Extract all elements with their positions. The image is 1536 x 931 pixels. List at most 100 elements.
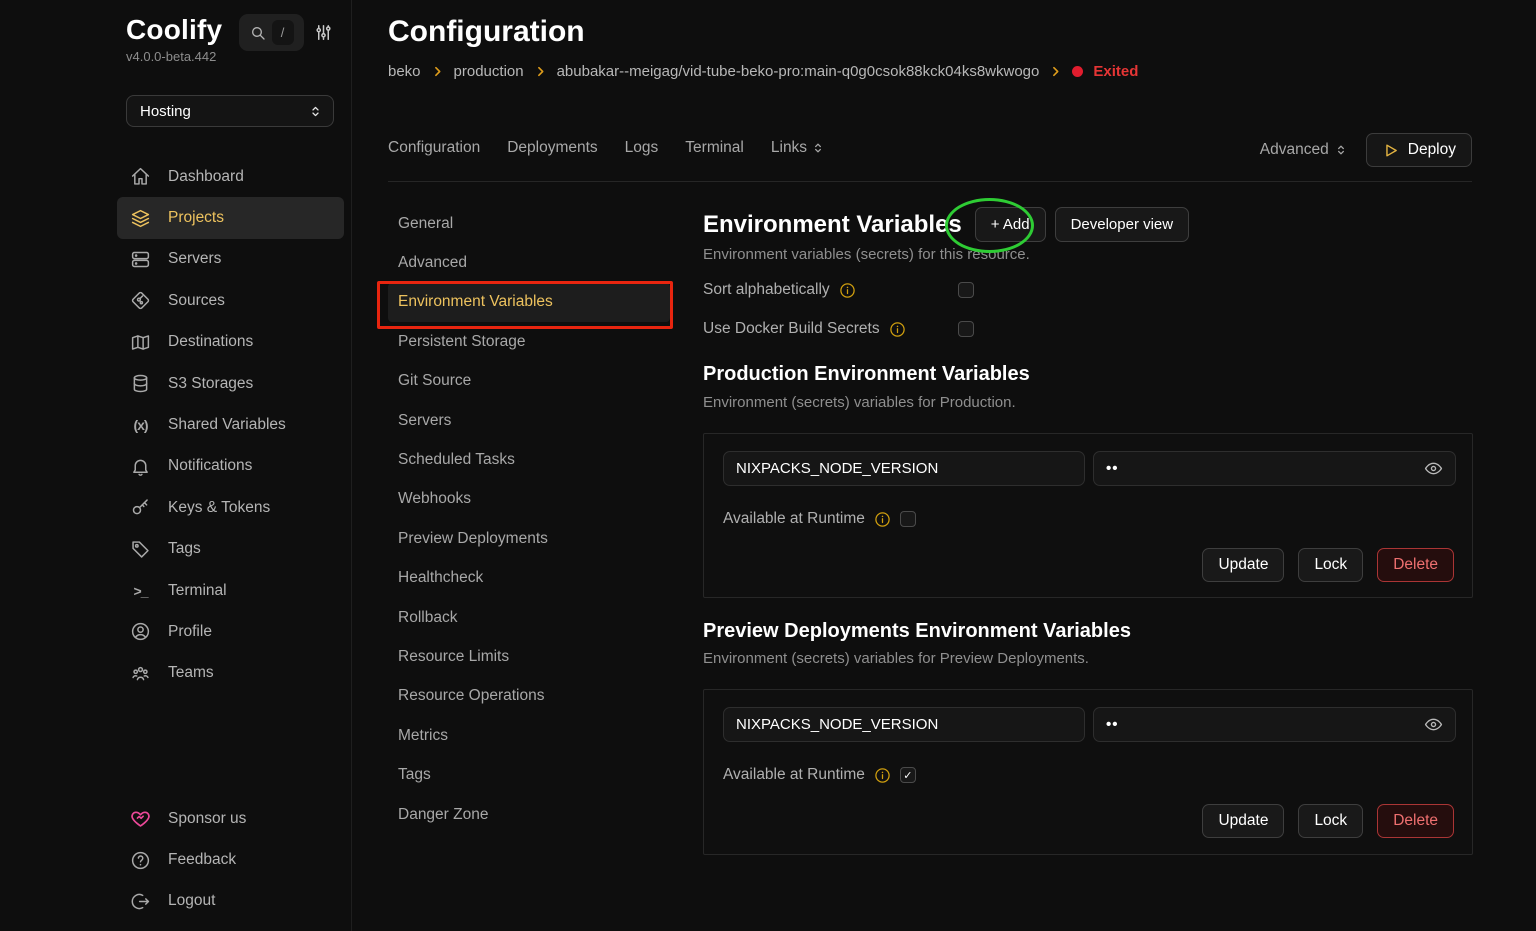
sidebar-item-label: Sponsor us [168, 810, 246, 828]
masked-value: •• [1106, 460, 1119, 477]
tab-deployments[interactable]: Deployments [507, 139, 597, 157]
variable-icon: (x) [130, 415, 151, 436]
sidebar-item-label: Keys & Tokens [168, 499, 270, 517]
tab-configuration[interactable]: Configuration [388, 139, 480, 157]
production-section-title: Production Environment Variables [703, 363, 1030, 386]
search-shortcut-key: / [272, 20, 294, 45]
variable-actions: Update Lock Delete [1202, 548, 1454, 582]
add-variable-button[interactable]: + Add [975, 207, 1046, 242]
subnav-environment-variables[interactable]: Environment Variables [388, 283, 670, 322]
sidebar-item-label: Sources [168, 292, 225, 310]
sidebar-footer-nav: Sponsor us Feedback Logout [117, 798, 344, 922]
sidebar-item-sponsor[interactable]: Sponsor us [117, 798, 344, 839]
sidebar-item-teams[interactable]: Teams [117, 653, 344, 694]
sidebar-item-notifications[interactable]: Notifications [117, 446, 344, 487]
production-section-description: Environment (secrets) variables for Prod… [703, 394, 1016, 411]
breadcrumb-environment[interactable]: production [454, 63, 524, 80]
masked-value: •• [1106, 716, 1119, 733]
subnav-resource-limits[interactable]: Resource Limits [388, 637, 670, 676]
environment-variables-panel: Environment Variables + Add Developer vi… [703, 0, 1473, 931]
lock-button[interactable]: Lock [1298, 548, 1363, 582]
lock-button[interactable]: Lock [1298, 804, 1363, 838]
eye-icon[interactable] [1424, 459, 1443, 478]
info-icon [839, 282, 856, 299]
tag-icon [130, 539, 151, 560]
breadcrumb-project[interactable]: beko [388, 63, 421, 80]
sidebar-item-dashboard[interactable]: Dashboard [117, 156, 344, 197]
question-circle-icon [130, 850, 151, 871]
subnav-advanced[interactable]: Advanced [388, 243, 670, 282]
sidebar-item-label: Destinations [168, 333, 253, 351]
subnav-scheduled-tasks[interactable]: Scheduled Tasks [388, 440, 670, 479]
sidebar-item-sources[interactable]: Sources [117, 280, 344, 321]
app-logo[interactable]: Coolify [126, 14, 222, 46]
variable-value-input[interactable]: •• [1093, 451, 1456, 486]
sidebar-item-tags[interactable]: Tags [117, 529, 344, 570]
sidebar-item-projects[interactable]: Projects [117, 197, 344, 238]
sidebar-item-label: Servers [168, 250, 221, 268]
sidebar-item-keys-tokens[interactable]: Keys & Tokens [117, 487, 344, 528]
delete-button[interactable]: Delete [1377, 804, 1454, 838]
sidebar-item-logout[interactable]: Logout [117, 881, 344, 922]
subnav-webhooks[interactable]: Webhooks [388, 480, 670, 519]
developer-view-button[interactable]: Developer view [1055, 207, 1190, 242]
subnav-preview-deployments[interactable]: Preview Deployments [388, 519, 670, 558]
subnav-rollback[interactable]: Rollback [388, 598, 670, 637]
runtime-checkbox[interactable]: ✓ [900, 767, 916, 783]
key-icon [130, 497, 151, 518]
sidebar: Coolify / v4.0.0-beta.442 Hosting Dashbo… [0, 0, 352, 931]
git-source-icon [130, 290, 151, 311]
configuration-subnav: General Advanced Environment Variables P… [388, 204, 670, 834]
search-icon [250, 25, 266, 41]
subnav-git-source[interactable]: Git Source [388, 362, 670, 401]
sidebar-item-s3-storages[interactable]: S3 Storages [117, 363, 344, 404]
env-variable-card-production: •• Available at Runtime ✓ Update Lock De… [703, 433, 1473, 598]
workspace-select[interactable]: Hosting [126, 95, 334, 127]
update-button[interactable]: Update [1202, 804, 1284, 838]
sidebar-item-label: Projects [168, 209, 224, 227]
sidebar-item-label: Terminal [168, 582, 227, 600]
update-button[interactable]: Update [1202, 548, 1284, 582]
section-description: Environment variables (secrets) for this… [703, 246, 1030, 263]
layers-icon [130, 208, 151, 229]
heart-icon [130, 808, 151, 829]
search-button[interactable]: / [239, 14, 304, 51]
section-heading: Environment Variables [703, 211, 962, 239]
subnav-healthcheck[interactable]: Healthcheck [388, 559, 670, 598]
settings-sliders-icon[interactable] [314, 23, 333, 42]
subnav-danger-zone[interactable]: Danger Zone [388, 795, 670, 834]
subnav-resource-operations[interactable]: Resource Operations [388, 677, 670, 716]
sort-alphabetically-checkbox[interactable]: ✓ [958, 282, 974, 298]
variable-name-input[interactable] [723, 451, 1085, 486]
docker-build-secrets-checkbox[interactable]: ✓ [958, 321, 974, 337]
sidebar-item-feedback[interactable]: Feedback [117, 839, 344, 880]
bell-icon [130, 456, 151, 477]
subnav-persistent-storage[interactable]: Persistent Storage [388, 322, 670, 361]
workspace-select-value: Hosting [140, 103, 191, 120]
sort-alphabetically-row: Sort alphabetically ✓ [703, 280, 856, 300]
variable-value-input[interactable]: •• [1093, 707, 1456, 742]
info-icon [889, 321, 906, 338]
chevron-right-icon [431, 65, 444, 78]
available-at-runtime-row: Available at Runtime ✓ [723, 764, 916, 786]
delete-button[interactable]: Delete [1377, 548, 1454, 582]
subnav-tags[interactable]: Tags [388, 755, 670, 794]
sidebar-item-profile[interactable]: Profile [117, 611, 344, 652]
sidebar-item-terminal[interactable]: >_ Terminal [117, 570, 344, 611]
variable-actions: Update Lock Delete [1202, 804, 1454, 838]
info-icon [874, 511, 891, 528]
tab-logs[interactable]: Logs [625, 139, 659, 157]
subnav-metrics[interactable]: Metrics [388, 716, 670, 755]
sidebar-item-servers[interactable]: Servers [117, 239, 344, 280]
server-icon [130, 249, 151, 270]
sidebar-item-shared-variables[interactable]: (x) Shared Variables [117, 404, 344, 445]
subnav-general[interactable]: General [388, 204, 670, 243]
logout-icon [130, 891, 151, 912]
chevron-up-down-icon [308, 104, 323, 119]
sidebar-nav: Dashboard Projects Servers Sources Desti… [117, 156, 344, 694]
eye-icon[interactable] [1424, 715, 1443, 734]
subnav-servers[interactable]: Servers [388, 401, 670, 440]
sidebar-item-destinations[interactable]: Destinations [117, 322, 344, 363]
variable-name-input[interactable] [723, 707, 1085, 742]
runtime-checkbox[interactable]: ✓ [900, 511, 916, 527]
